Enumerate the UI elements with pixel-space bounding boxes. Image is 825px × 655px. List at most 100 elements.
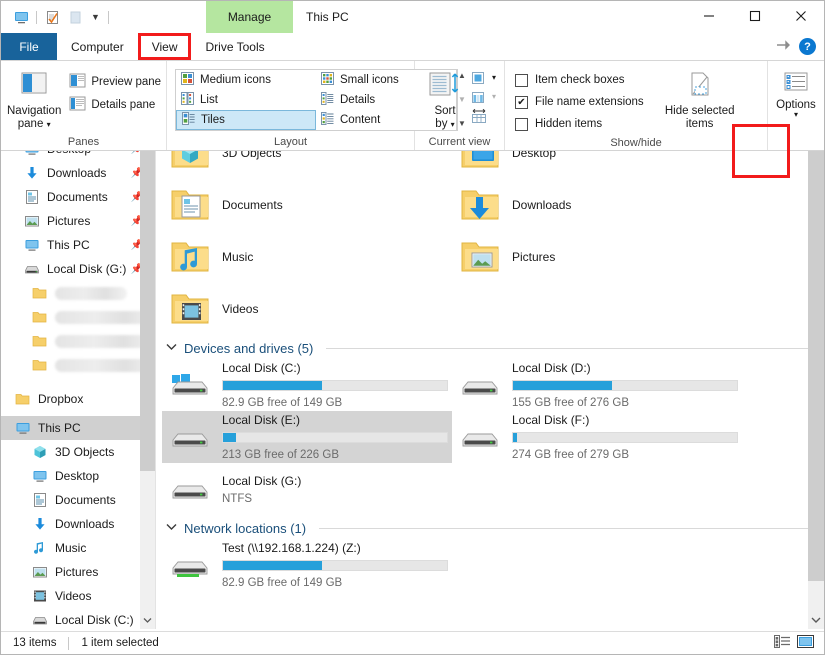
- properties-icon[interactable]: [42, 7, 62, 27]
- tile-documents[interactable]: Documents: [162, 179, 452, 231]
- details-pane-button[interactable]: Details pane: [65, 94, 165, 115]
- sidebar-item-3d-objects[interactable]: 3D Objects: [1, 440, 155, 464]
- sidebar-item-downloads-child-label: Downloads: [55, 517, 115, 531]
- hidden-items-label: Hidden items: [535, 118, 603, 130]
- details-view-icon[interactable]: [774, 634, 791, 652]
- folder-pictures-icon: [458, 235, 502, 279]
- sidebar-scrollbar[interactable]: [140, 151, 155, 629]
- sidebar-item-desktop[interactable]: Desktop 📌: [1, 151, 155, 161]
- documents-icon: [23, 189, 40, 206]
- sidebar-item-documents-child[interactable]: Documents: [1, 488, 155, 512]
- sidebar-item-redacted-3[interactable]: [1, 329, 155, 353]
- tile-local-disk-f[interactable]: Local Disk (F:) 274 GB free of 279 GB: [452, 411, 742, 463]
- details-pane-icon: [69, 96, 86, 114]
- tile-music[interactable]: Music: [162, 231, 452, 283]
- sidebar-item-local-disk-g[interactable]: Local Disk (G:) 📌: [1, 257, 155, 281]
- layout-option-medium-icons[interactable]: Medium icons: [176, 70, 316, 90]
- close-button[interactable]: [778, 1, 824, 31]
- tab-view[interactable]: View: [137, 33, 192, 60]
- medium-icons-icon: [181, 72, 194, 88]
- tile-local-disk-e[interactable]: Local Disk (E:) 213 GB free of 226 GB: [162, 411, 452, 463]
- tile-3d-objects[interactable]: 3D Objects: [162, 151, 452, 179]
- new-folder-icon[interactable]: [65, 7, 85, 27]
- sidebar-item-dropbox[interactable]: Dropbox: [1, 387, 155, 411]
- sidebar-item-redacted-1[interactable]: [1, 281, 155, 305]
- sidebar-item-desktop-child[interactable]: Desktop: [1, 464, 155, 488]
- contextual-tab-manage[interactable]: Manage: [206, 1, 293, 33]
- sort-by-button[interactable]: Sort by ▾: [421, 67, 469, 131]
- group-by-button[interactable]: ▾: [469, 69, 498, 87]
- sidebar-item-local-disk-c[interactable]: Local Disk (C:): [1, 608, 155, 629]
- documents-icon: [31, 492, 48, 509]
- sidebar-item-music[interactable]: Music: [1, 536, 155, 560]
- navigation-pane-label-2: pane ▾: [17, 118, 51, 130]
- content-view-icon: [321, 112, 334, 128]
- sidebar-item-videos[interactable]: Videos: [1, 584, 155, 608]
- hidden-items-row[interactable]: Hidden items: [515, 113, 644, 135]
- group-by-caret-icon[interactable]: ▾: [492, 74, 496, 82]
- hidden-items-checkbox[interactable]: [515, 117, 528, 131]
- sidebar-item-pictures-child[interactable]: Pictures: [1, 560, 155, 584]
- content-scroll-down-icon[interactable]: [808, 611, 824, 629]
- file-name-extensions-row[interactable]: ✔ File name extensions: [515, 91, 644, 113]
- ribbon-group-layout: Medium icons Small icons List Details Ti…: [167, 61, 466, 150]
- tab-drive-tools[interactable]: Drive Tools: [191, 33, 278, 60]
- content-scrollbar[interactable]: [808, 151, 824, 629]
- maximize-button[interactable]: [732, 1, 778, 31]
- pin-ribbon-icon[interactable]: [775, 38, 790, 56]
- tile-videos[interactable]: Videos: [162, 283, 452, 335]
- options-caret-icon[interactable]: ▾: [794, 111, 798, 119]
- sidebar-item-music-label: Music: [55, 541, 87, 555]
- sidebar-item-downloads-child[interactable]: Downloads: [1, 512, 155, 536]
- sidebar-item-documents[interactable]: Documents 📌: [1, 185, 155, 209]
- sidebar-item-this-pc-label: This PC: [38, 421, 81, 435]
- layout-option-tiles[interactable]: Tiles: [176, 110, 316, 130]
- chevron-down-icon[interactable]: [166, 343, 177, 354]
- tile-desktop[interactable]: Desktop: [452, 151, 742, 179]
- sort-by-label-2: by ▾: [435, 118, 455, 130]
- sidebar-item-this-pc-quick[interactable]: This PC 📌: [1, 233, 155, 257]
- ribbon-group-show-hide: Item check boxes ✔ File name extensions …: [505, 61, 768, 150]
- group-header-network-locations[interactable]: Network locations (1): [156, 515, 824, 539]
- content-scrollbar-thumb[interactable]: [808, 151, 824, 581]
- tile-network-drive-z[interactable]: Test (\\192.168.1.224) (Z:) 82.9 GB free…: [162, 539, 452, 591]
- help-icon[interactable]: ?: [799, 38, 816, 55]
- size-all-columns-button[interactable]: [469, 107, 498, 125]
- folder-icon: [31, 309, 48, 326]
- item-check-boxes-checkbox[interactable]: [515, 73, 528, 87]
- sidebar-item-pictures[interactable]: Pictures 📌: [1, 209, 155, 233]
- group-header-devices-and-drives[interactable]: Devices and drives (5): [156, 335, 824, 359]
- chevron-down-icon[interactable]: [166, 523, 177, 534]
- options-button[interactable]: Options ▾: [768, 65, 824, 119]
- customize-qat-caret-icon[interactable]: ▼: [88, 12, 103, 22]
- tile-local-disk-g[interactable]: Local Disk (G:) NTFS: [162, 463, 452, 515]
- sidebar-item-downloads[interactable]: Downloads 📌: [1, 161, 155, 185]
- this-pc-icon[interactable]: [11, 7, 31, 27]
- capacity-bar-c: [222, 380, 448, 391]
- status-bar: 13 items 1 item selected: [1, 631, 824, 654]
- tile-downloads[interactable]: Downloads: [452, 179, 742, 231]
- minimize-button[interactable]: [686, 1, 732, 31]
- sidebar-scroll-down-icon[interactable]: [140, 612, 155, 629]
- tab-file[interactable]: File: [1, 33, 57, 60]
- navigation-pane-button[interactable]: Navigation pane ▾: [7, 67, 61, 131]
- sidebar-item-pictures-child-label: Pictures: [55, 565, 99, 579]
- tile-local-disk-d[interactable]: Local Disk (D:) 155 GB free of 276 GB: [452, 359, 742, 411]
- add-columns-caret-icon[interactable]: ▾: [492, 93, 496, 101]
- window-title: This PC: [306, 10, 349, 24]
- item-check-boxes-row[interactable]: Item check boxes: [515, 69, 644, 91]
- large-icons-view-icon[interactable]: [797, 634, 814, 652]
- layout-option-list[interactable]: List: [176, 90, 316, 110]
- sidebar-scrollbar-thumb[interactable]: [140, 151, 155, 471]
- ribbon-group-current-view: Sort by ▾ ▾ ▾ Current view: [415, 61, 505, 150]
- sidebar-item-redacted-4[interactable]: [1, 353, 155, 377]
- file-name-extensions-checkbox[interactable]: ✔: [515, 95, 528, 109]
- tile-local-disk-c[interactable]: Local Disk (C:) 82.9 GB free of 149 GB: [162, 359, 452, 411]
- add-columns-button[interactable]: ▾: [469, 88, 498, 106]
- sidebar-item-redacted-2[interactable]: [1, 305, 155, 329]
- tile-pictures[interactable]: Pictures: [452, 231, 742, 283]
- preview-pane-button[interactable]: Preview pane: [65, 71, 165, 92]
- hide-selected-items-button[interactable]: Hide selected items: [658, 67, 742, 131]
- tab-computer[interactable]: Computer: [57, 33, 138, 60]
- sidebar-item-this-pc[interactable]: This PC: [1, 416, 155, 440]
